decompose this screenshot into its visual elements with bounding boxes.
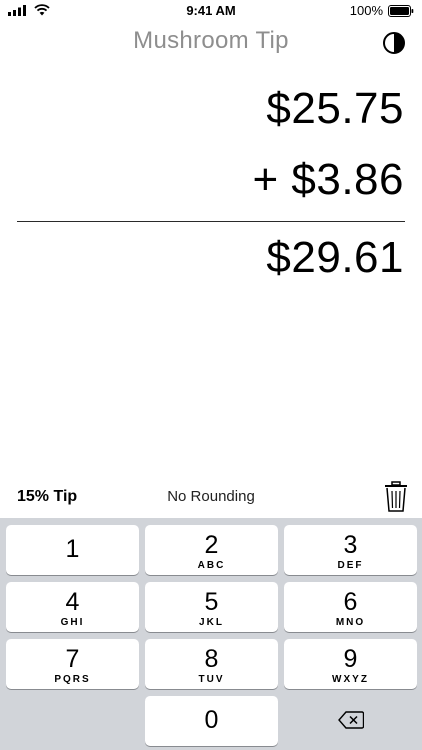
total-amount: $29.61 [266,233,404,282]
backspace-icon [338,711,364,729]
key-digit: 3 [343,531,358,559]
key-digit: 4 [65,588,80,616]
key-digit: 0 [204,706,219,734]
bill-amount: $25.75 [266,84,404,133]
key-9[interactable]: 9 WXYZ [284,639,417,689]
key-6[interactable]: 6 MNO [284,582,417,632]
key-3[interactable]: 3 DEF [284,525,417,575]
key-digit: 8 [204,645,219,673]
tip-amount: + $3.86 [252,155,404,204]
battery-icon [388,4,414,17]
key-digit: 2 [204,531,219,559]
rounding-button[interactable]: No Rounding [0,488,422,505]
clear-button[interactable] [384,481,408,513]
app-header: Mushroom Tip [0,22,422,64]
key-digit: 6 [343,588,358,616]
key-digit: 5 [204,588,219,616]
key-1[interactable]: 1 [6,525,139,575]
key-letters: PQRS [54,674,91,685]
key-0[interactable]: 0 [145,696,278,746]
key-digit: 1 [65,535,80,563]
key-7[interactable]: 7 PQRS [6,639,139,689]
key-letters: DEF [337,560,364,571]
key-letters: WXYZ [332,674,369,685]
key-letters: TUV [198,674,225,685]
divider [17,221,405,222]
key-digit: 7 [65,645,80,673]
contrast-icon [383,32,405,54]
key-letters: ABC [197,560,226,571]
app-title: Mushroom Tip [133,27,289,54]
keypad: 1 2 ABC 3 DEF 4 GHI 5 JKL 6 MNO 7 PQRS 8… [0,518,422,750]
key-letters: GHI [60,617,85,628]
trash-icon [385,481,407,512]
key-letters: JKL [199,617,224,628]
key-5[interactable]: 5 JKL [145,582,278,632]
key-digit: 9 [343,645,358,673]
key-letters: MNO [335,617,366,628]
key-2[interactable]: 2 ABC [145,525,278,575]
key-4[interactable]: 4 GHI [6,582,139,632]
options-row: 15% Tip No Rounding [0,474,422,518]
theme-toggle-button[interactable] [382,31,406,55]
status-right: 100% [350,3,414,18]
status-bar: 9:41 AM 100% [0,0,422,22]
key-8[interactable]: 8 TUV [145,639,278,689]
delete-button[interactable] [284,696,417,746]
battery-percent: 100% [349,3,383,18]
